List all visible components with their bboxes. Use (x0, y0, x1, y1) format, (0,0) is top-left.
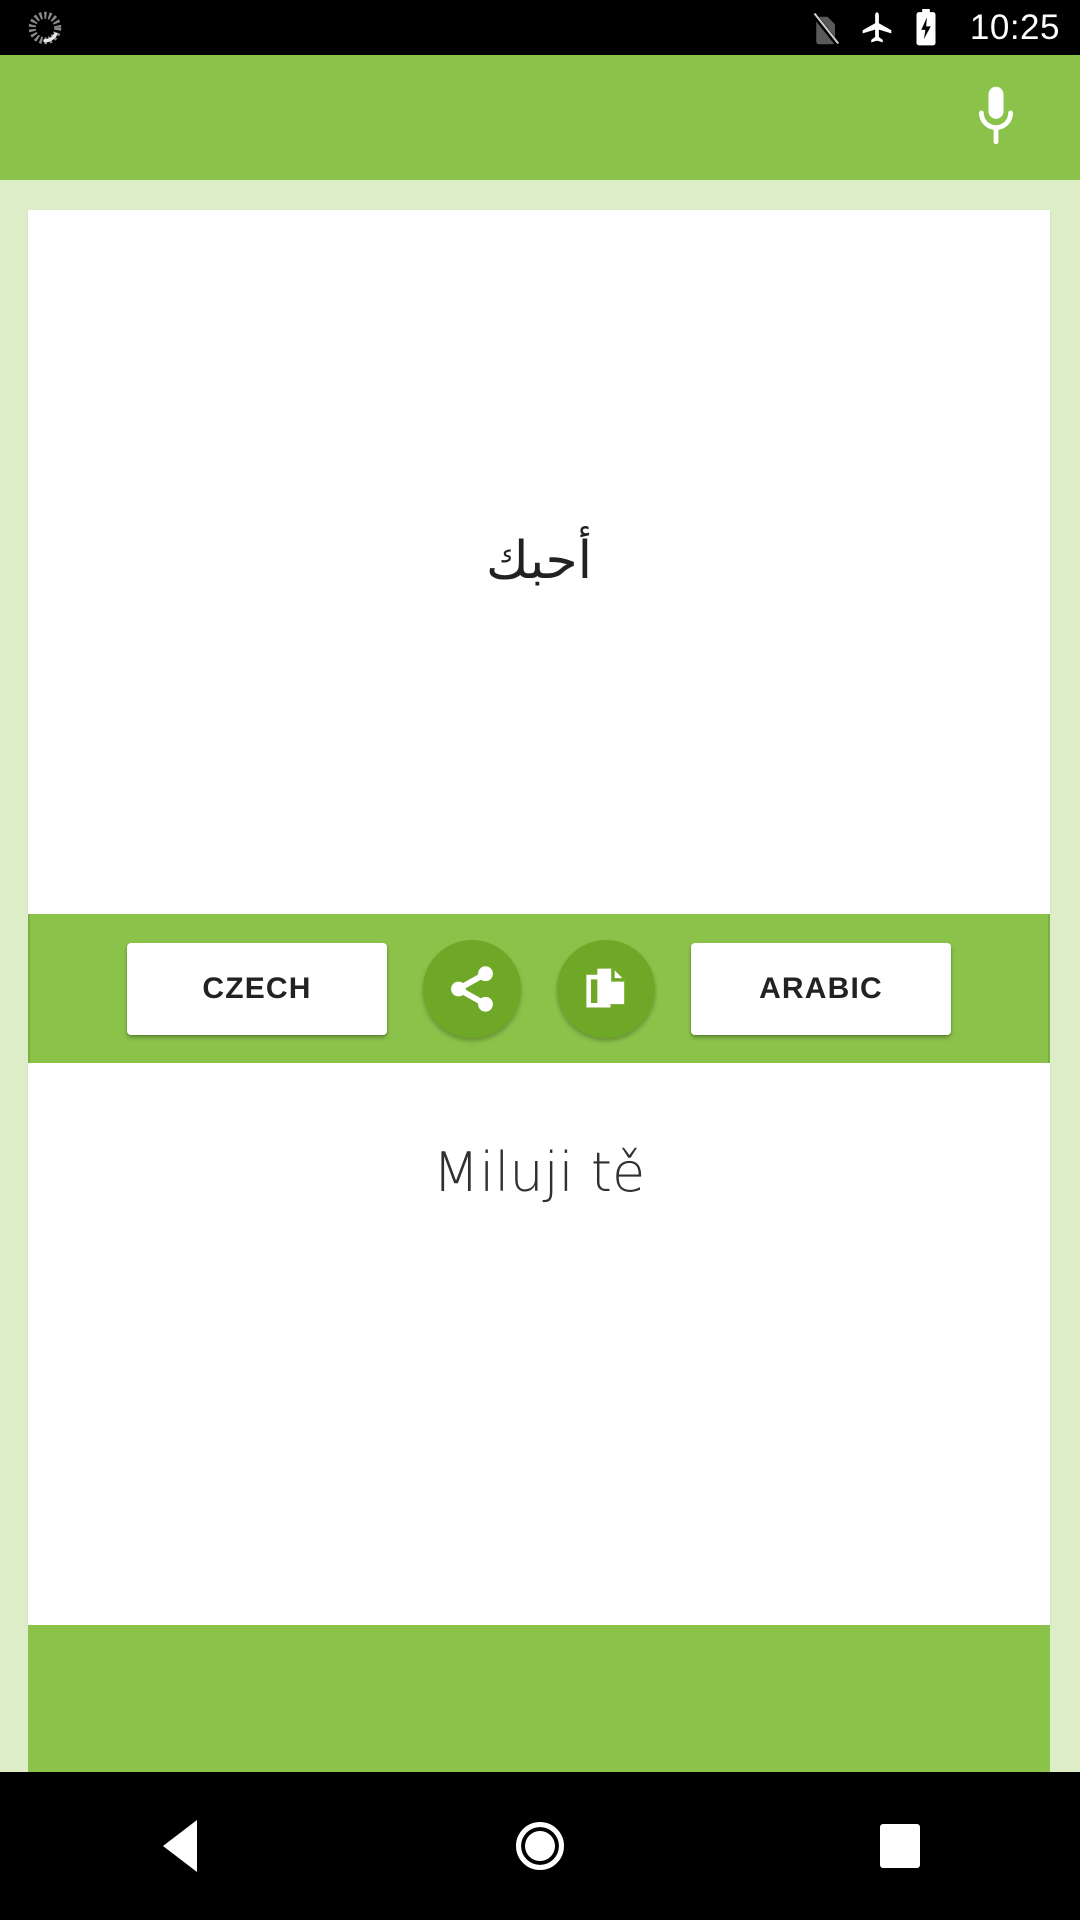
copy-button[interactable] (557, 939, 655, 1038)
app-screen: 10:25 أحبك CZECH ARABIC Miluji tě (0, 0, 1080, 1920)
voice-input-button[interactable] (960, 78, 1032, 158)
target-language-button[interactable]: ARABIC (691, 942, 951, 1035)
source-text-panel[interactable]: أحبك (28, 210, 1050, 914)
bottom-green-bar (28, 1625, 1050, 1772)
nav-home-button[interactable] (360, 1772, 720, 1920)
home-circle-icon (516, 1822, 564, 1870)
target-text: Miluji tě (432, 1141, 646, 1204)
status-bar-notifications (28, 11, 62, 45)
app-bar (0, 55, 1080, 180)
share-icon (445, 962, 499, 1016)
share-button[interactable] (423, 939, 521, 1038)
microphone-icon (971, 82, 1021, 154)
translation-toolbar: CZECH ARABIC (28, 914, 1050, 1063)
source-text: أحبك (485, 531, 593, 592)
status-bar-system-icons: 10:25 (810, 8, 1060, 48)
airplane-mode-icon (858, 10, 896, 46)
nav-back-button[interactable] (0, 1772, 360, 1920)
no-sim-icon (810, 10, 840, 46)
recents-square-icon (880, 1824, 920, 1868)
back-triangle-icon (163, 1820, 197, 1872)
sync-spinner-icon (28, 11, 62, 45)
nav-recents-button[interactable] (720, 1772, 1080, 1920)
copy-icon (580, 963, 632, 1015)
battery-charging-icon (914, 8, 938, 47)
source-language-button[interactable]: CZECH (127, 942, 387, 1035)
system-navigation-bar (0, 1772, 1080, 1920)
status-bar: 10:25 (0, 0, 1080, 55)
target-text-panel[interactable]: Miluji tě (28, 1063, 1050, 1625)
status-bar-clock: 10:25 (969, 7, 1060, 47)
